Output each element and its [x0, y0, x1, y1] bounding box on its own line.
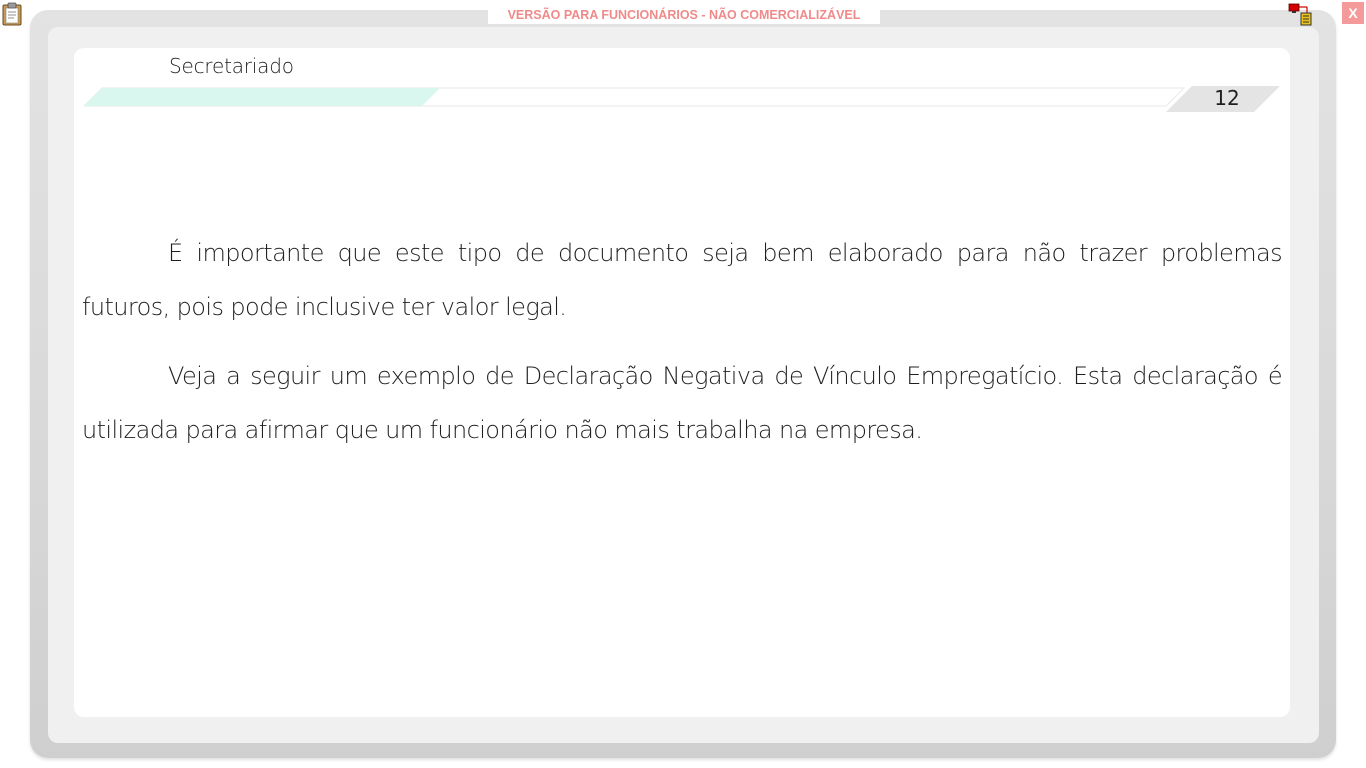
network-monitor-icon[interactable]: [1288, 3, 1314, 27]
section-title: Secretariado: [169, 54, 294, 78]
paragraph: É importante que este tipo de documento …: [82, 239, 1283, 321]
paragraph: Veja a seguir um exemplo de Declaração N…: [82, 362, 1283, 444]
clipboard-icon[interactable]: [2, 2, 22, 26]
app-window: VERSÃO PARA FUNCIONÁRIOS - NÃO COMERCIAL…: [0, 0, 1366, 768]
close-button[interactable]: X: [1342, 2, 1364, 24]
header-bar: [82, 86, 1280, 114]
page-number: 12: [1214, 86, 1240, 110]
watermark-banner: VERSÃO PARA FUNCIONÁRIOS - NÃO COMERCIAL…: [488, 6, 880, 24]
document-body: É importante que este tipo de documento …: [82, 226, 1283, 472]
